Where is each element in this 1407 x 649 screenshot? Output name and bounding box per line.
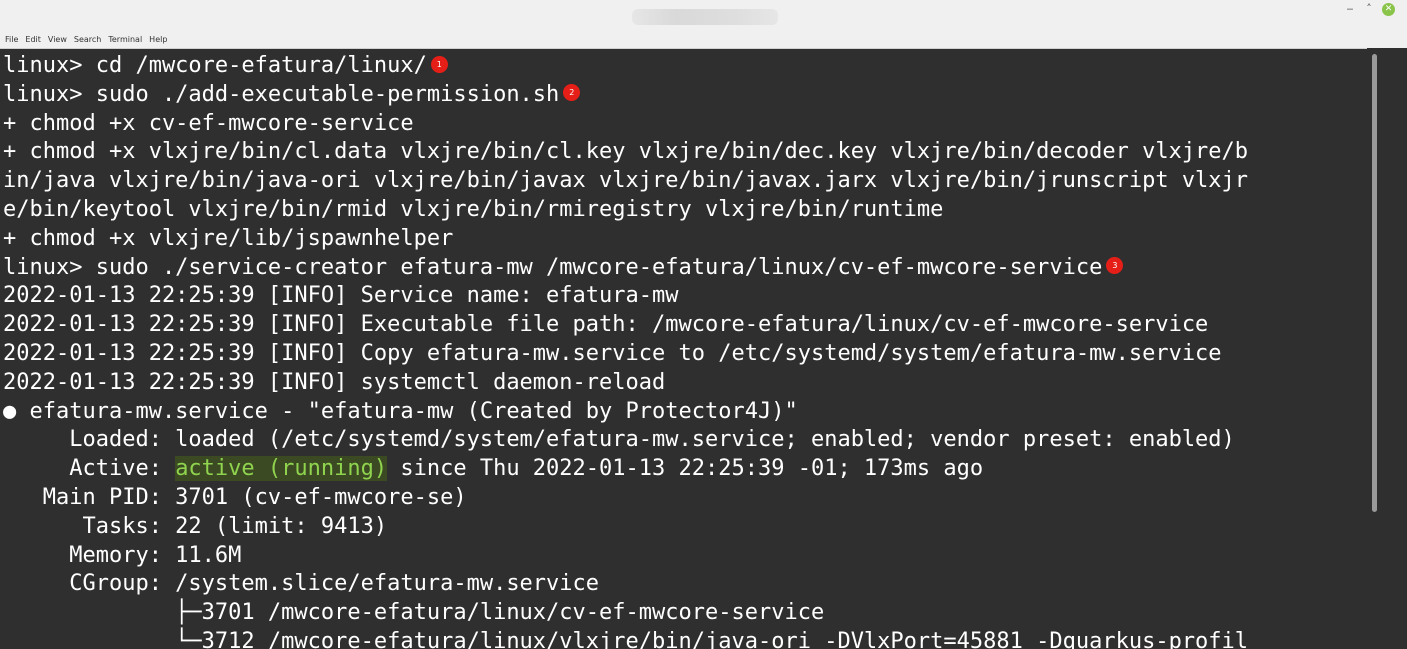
terminal-line: Loaded: loaded (/etc/systemd/system/efat… [3, 426, 1365, 455]
terminal-line: linux> sudo ./service-creator efatura-mw… [3, 254, 1365, 283]
line-text: + chmod +x cv-ef-mwcore-service [3, 110, 414, 136]
line-text: CGroup: /system.slice/efatura-mw.service [3, 571, 600, 597]
menu-bar: File Edit View Search Terminal Help [0, 31, 1407, 49]
step-number-badge: 1 [430, 55, 448, 73]
terminal-line: └─3712 /mwcore-efatura/linux/vlxjre/bin/… [3, 628, 1365, 649]
terminal-line: + chmod +x vlxjre/bin/cl.data vlxjre/bin… [3, 138, 1365, 167]
line-text: 2022-01-13 22:25:39 [INFO] Service name:… [3, 283, 679, 309]
line-text: since Thu 2022-01-13 22:25:39 -01; 173ms… [387, 456, 984, 482]
close-icon[interactable]: ✕ [1382, 3, 1395, 16]
line-text: in/java vlxjre/bin/java-ori vlxjre/bin/j… [3, 168, 1249, 194]
line-text: Tasks: 22 (limit: 9413) [3, 513, 388, 539]
terminal-line: + chmod +x cv-ef-mwcore-service [3, 110, 1365, 139]
terminal-line: Active: active (running) since Thu 2022-… [3, 455, 1365, 484]
line-text: Memory: 11.6M [3, 542, 242, 568]
menu-file[interactable]: File [2, 31, 20, 48]
line-text: ├─3701 /mwcore-efatura/linux/cv-ef-mwcor… [3, 600, 825, 626]
status-active-highlight: active (running) [175, 456, 388, 482]
menu-help[interactable]: Help [146, 31, 169, 48]
terminal-line: 2022-01-13 22:25:39 [INFO] Service name:… [3, 282, 1365, 311]
line-text: 2022-01-13 22:25:39 [INFO] Executable fi… [3, 312, 1209, 338]
line-text: 2022-01-13 22:25:39 [INFO] Copy efatura-… [3, 340, 1222, 366]
minimize-icon[interactable]: ‒ [1343, 3, 1357, 15]
line-text: e/bin/keytool vlxjre/bin/rmid vlxjre/bin… [3, 196, 944, 222]
line-text: + chmod +x vlxjre/bin/cl.data vlxjre/bin… [3, 139, 1249, 165]
terminal-window: ‒ ˄ ✕ File Edit View Search Terminal Help lin… [0, 0, 1407, 649]
terminal-line: ● efatura-mw.service - "efatura-mw (Crea… [3, 398, 1365, 427]
line-text: linux> sudo ./service-creator efatura-mw… [3, 254, 1103, 280]
terminal-line: linux> sudo ./add-executable-permission.… [3, 81, 1365, 110]
terminal-line: 2022-01-13 22:25:39 [INFO] Copy efatura-… [3, 340, 1365, 369]
menu-edit[interactable]: Edit [22, 31, 43, 48]
terminal-line: Memory: 11.6M [3, 542, 1365, 571]
line-text: ● efatura-mw.service - "efatura-mw (Crea… [3, 398, 798, 424]
terminal-line: CGroup: /system.slice/efatura-mw.service [3, 570, 1365, 599]
terminal-line: in/java vlxjre/bin/java-ori vlxjre/bin/j… [3, 167, 1365, 196]
step-number-badge: 2 [563, 84, 581, 102]
menu-terminal[interactable]: Terminal [105, 31, 144, 48]
window-title-blurred [632, 9, 778, 25]
line-text: Active: [3, 456, 176, 482]
scrollbar-thumb[interactable] [1372, 54, 1377, 512]
menu-view[interactable]: View [45, 31, 69, 48]
terminal-line: 2022-01-13 22:25:39 [INFO] Executable fi… [3, 311, 1365, 340]
terminal-line: linux> cd /mwcore-efatura/linux/1 [3, 52, 1365, 81]
line-text: linux> sudo ./add-executable-permission.… [3, 81, 560, 107]
terminal-line: + chmod +x vlxjre/lib/jspawnhelper [3, 225, 1365, 254]
terminal-line: Tasks: 22 (limit: 9413) [3, 513, 1365, 542]
menu-search[interactable]: Search [71, 31, 103, 48]
step-number-badge: 3 [1106, 257, 1124, 275]
line-text: linux> cd /mwcore-efatura/linux/ [3, 53, 427, 78]
line-text: Loaded: loaded (/etc/systemd/system/efat… [3, 427, 1235, 453]
terminal-line: e/bin/keytool vlxjre/bin/rmid vlxjre/bin… [3, 196, 1365, 225]
terminal-line: 2022-01-13 22:25:39 [INFO] systemctl dae… [3, 369, 1365, 398]
terminal-line: Main PID: 3701 (cv-ef-mwcore-se) [3, 484, 1365, 513]
title-bar[interactable]: ‒ ˄ ✕ [0, 0, 1407, 31]
terminal-line: ├─3701 /mwcore-efatura/linux/cv-ef-mwcor… [3, 599, 1365, 628]
line-text: 2022-01-13 22:25:39 [INFO] systemctl dae… [3, 369, 666, 395]
line-text: + chmod +x vlxjre/lib/jspawnhelper [3, 225, 454, 251]
maximize-icon[interactable]: ˄ [1362, 3, 1376, 15]
line-text: Main PID: 3701 (cv-ef-mwcore-se) [3, 484, 467, 510]
line-text: └─3712 /mwcore-efatura/linux/vlxjre/bin/… [3, 628, 1249, 649]
terminal-output[interactable]: linux> cd /mwcore-efatura/linux/1 linux> … [3, 52, 1365, 649]
